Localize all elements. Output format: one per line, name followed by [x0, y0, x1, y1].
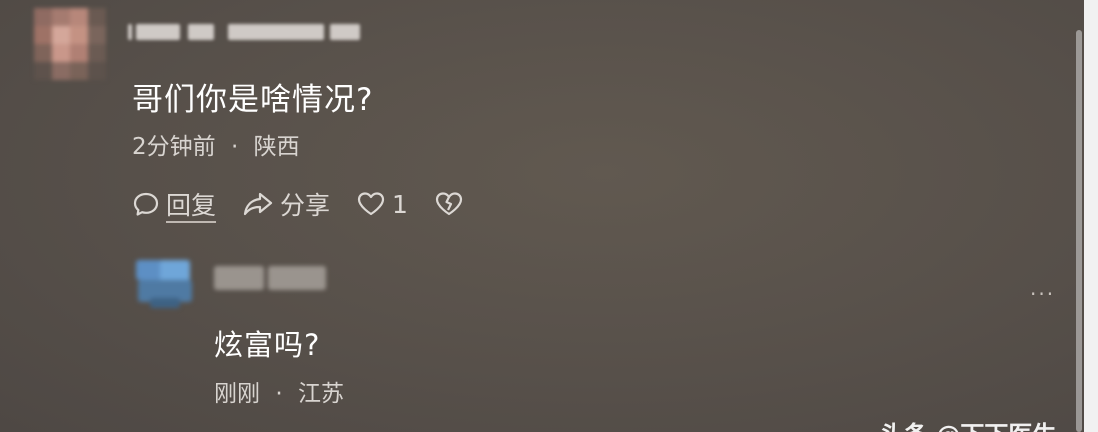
comment-meta: 2分钟前 · 陕西	[132, 127, 300, 161]
broken-heart-icon	[434, 190, 464, 218]
replier-name-blurred[interactable]	[214, 262, 326, 294]
comment-time: 2分钟前	[132, 134, 216, 160]
watermark: 头条 @下下医生	[880, 415, 1056, 432]
window-edge	[1084, 0, 1098, 432]
comment-actions: 回复 分享 1	[132, 186, 490, 222]
comment-text: 哥们你是啥情况?	[132, 82, 374, 118]
commenter-name-blurred[interactable]	[128, 22, 360, 42]
reply-time: 刚刚	[214, 381, 260, 407]
comment-location: 陕西	[253, 134, 300, 160]
commenter-avatar-blurred[interactable]	[34, 8, 106, 80]
reply-text: 炫富吗?	[214, 328, 321, 362]
reply-meta: 刚刚 · 江苏	[214, 374, 344, 408]
reply-label: 回复	[166, 191, 217, 220]
reply-button[interactable]: 回复	[132, 186, 216, 222]
reply-location: 江苏	[297, 381, 344, 407]
share-arrow-icon	[242, 190, 274, 218]
dislike-button[interactable]	[434, 190, 464, 218]
share-label: 分享	[280, 191, 331, 220]
like-button[interactable]: 1	[356, 190, 408, 219]
speech-bubble-icon	[132, 190, 160, 218]
meta-separator: ·	[230, 134, 239, 160]
share-button[interactable]: 分享	[242, 186, 330, 222]
like-count: 1	[392, 189, 408, 219]
replier-avatar-blurred[interactable]	[130, 258, 196, 310]
scrollbar[interactable]	[1076, 30, 1082, 432]
heart-icon	[356, 190, 386, 218]
meta-separator: ·	[275, 381, 283, 407]
more-options-icon[interactable]: ···	[1030, 282, 1055, 306]
comment-section-screen: 哥们你是啥情况? 2分钟前 · 陕西 回复 分享 1 ··· 炫富吗? 刚刚 ·…	[0, 0, 1098, 432]
